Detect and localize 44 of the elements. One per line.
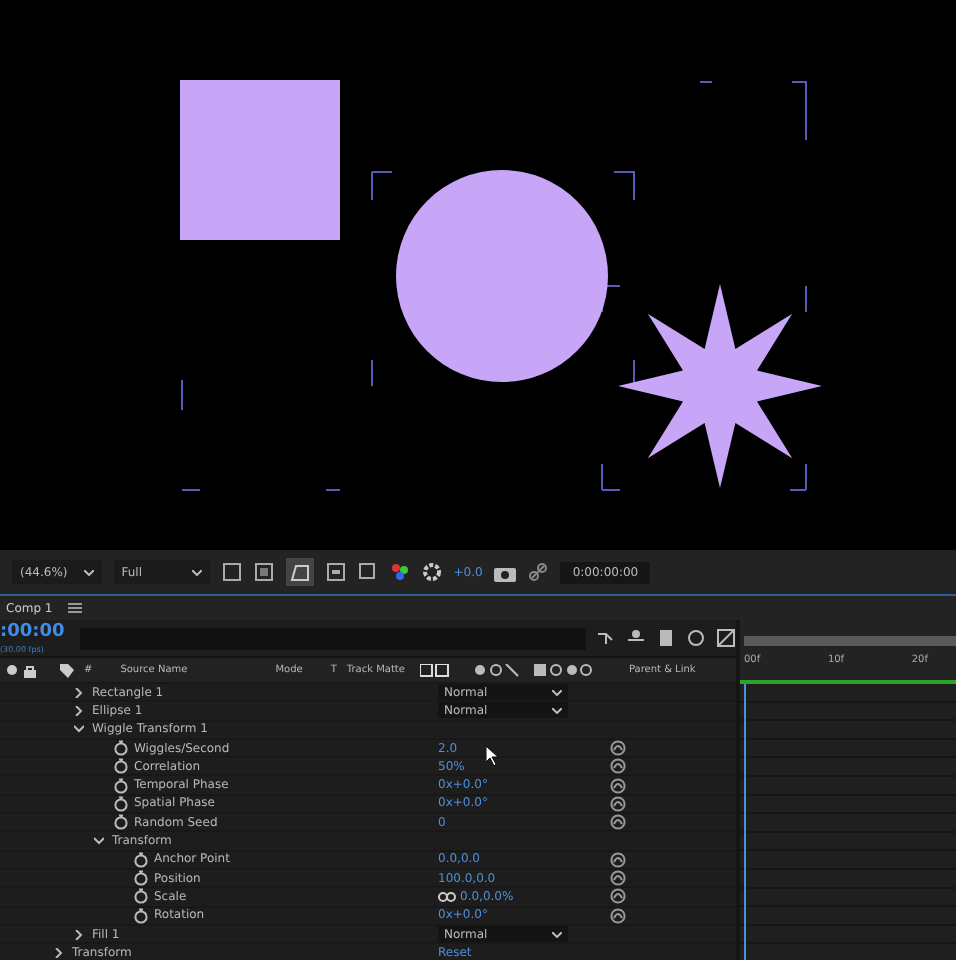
stopwatch-icon[interactable] xyxy=(134,907,148,924)
guides-icon[interactable] xyxy=(325,562,346,582)
pick-whip-icon[interactable] xyxy=(610,870,626,887)
link-icon[interactable] xyxy=(528,562,549,582)
caret-icon xyxy=(552,931,562,937)
caret-icon xyxy=(552,689,562,696)
stopwatch-icon[interactable] xyxy=(114,814,128,831)
mouse-cursor-icon xyxy=(486,746,500,766)
timeline-timecode[interactable]: :00:00 xyxy=(0,621,65,645)
stopwatch-icon[interactable] xyxy=(134,851,148,868)
stopwatch-icon[interactable] xyxy=(114,777,128,794)
constrain-proportions-icon[interactable] xyxy=(438,891,456,902)
color-channels-icon[interactable] xyxy=(389,562,410,582)
gear-icon[interactable] xyxy=(421,562,442,582)
region-icon[interactable] xyxy=(221,562,242,582)
lock-icon xyxy=(24,663,36,677)
label-icon xyxy=(60,663,74,677)
composition-flowchart-icon[interactable] xyxy=(596,628,617,648)
pick-whip-icon[interactable] xyxy=(610,795,626,812)
pick-whip-icon[interactable] xyxy=(610,758,626,775)
pick-whip-icon[interactable] xyxy=(610,888,626,905)
pick-whip-icon[interactable] xyxy=(610,777,626,794)
eye-icon xyxy=(6,664,18,676)
transparency-grid-icon[interactable] xyxy=(253,562,274,582)
switches-icon xyxy=(420,663,593,677)
pick-whip-icon[interactable] xyxy=(610,814,626,831)
stopwatch-icon[interactable] xyxy=(114,758,128,775)
stopwatch-icon[interactable] xyxy=(114,740,128,757)
stopwatch-icon[interactable] xyxy=(134,888,148,905)
mask-icon[interactable] xyxy=(285,558,314,586)
graph-editor-icon[interactable] xyxy=(716,628,737,648)
pick-whip-icon[interactable] xyxy=(610,907,626,924)
pick-whip-icon[interactable] xyxy=(610,851,626,868)
caret-icon xyxy=(191,569,202,575)
stopwatch-icon[interactable] xyxy=(134,870,148,887)
menu-icon[interactable] xyxy=(68,602,83,614)
motion-blur-icon[interactable] xyxy=(686,628,707,648)
stopwatch-icon[interactable] xyxy=(114,795,128,812)
camera-icon[interactable] xyxy=(494,563,517,581)
frame-blending-icon[interactable] xyxy=(656,628,677,648)
caret-icon xyxy=(552,707,562,714)
grid-icon[interactable] xyxy=(357,562,378,582)
pick-whip-icon[interactable] xyxy=(610,740,626,757)
caret-icon xyxy=(83,569,94,575)
